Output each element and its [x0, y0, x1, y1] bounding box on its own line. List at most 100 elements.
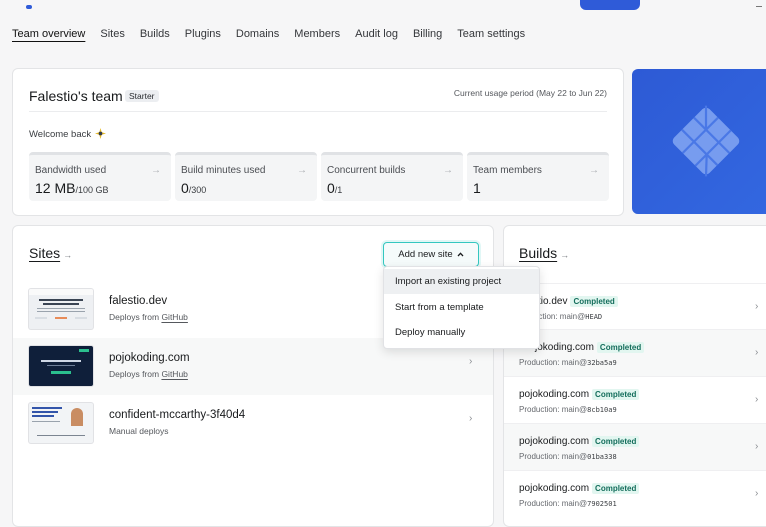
stat-concurrent-builds[interactable]: Concurrent builds → 0/1	[321, 152, 463, 201]
stat-number: 1	[473, 180, 481, 196]
tab-team-settings[interactable]: Team settings	[457, 28, 525, 50]
build-row[interactable]: pojokoding.com Completed Production: main…	[504, 423, 766, 470]
stat-label: Build minutes used	[181, 165, 266, 176]
stat-value: 0/300	[181, 180, 206, 196]
site-deploy-source: Manual deploys	[109, 426, 169, 436]
site-thumbnail	[29, 289, 93, 329]
add-site-dropdown-menu: Import an existing project Start from a …	[383, 266, 540, 349]
build-site-name: pojokoding.com Completed	[519, 483, 640, 494]
site-deploy-source: Deploys from GitHub	[109, 312, 188, 322]
netlify-sparkle-icon	[95, 128, 107, 139]
add-new-site-button[interactable]: Add new site	[383, 242, 479, 267]
build-context: Production: main@	[519, 358, 588, 367]
build-site-name: pojokoding.com Completed	[519, 389, 640, 400]
add-new-site-label: Add new site	[398, 249, 453, 260]
chevron-right-icon: ›	[469, 413, 473, 424]
site-name: falestio.dev	[109, 295, 168, 307]
tab-plugins[interactable]: Plugins	[185, 28, 221, 50]
tab-builds[interactable]: Builds	[140, 28, 170, 50]
stat-label: Concurrent builds	[327, 165, 406, 176]
stat-label: Bandwidth used	[35, 165, 107, 176]
build-name-text: pojokoding.com	[519, 436, 590, 447]
deploy-prefix: Deploys from	[109, 312, 162, 322]
top-action-button[interactable]	[580, 0, 640, 10]
build-row[interactable]: jokoding.com Completed Production: main@3…	[504, 329, 766, 376]
stat-limit: /100 GB	[75, 185, 109, 195]
deploy-prefix: Manual deploys	[109, 426, 169, 436]
chevron-up-icon	[457, 252, 464, 257]
stat-number: 12 MB	[35, 180, 76, 196]
builds-title-text: Builds	[519, 245, 558, 261]
status-badge: Completed	[592, 389, 640, 400]
github-link[interactable]: GitHub	[161, 312, 187, 322]
usage-period: Current usage period (May 22 to Jun 22)	[453, 88, 607, 98]
stat-value: 1	[473, 180, 481, 196]
build-row[interactable]: pojokoding.com Completed Production: main…	[504, 376, 766, 423]
promo-banner[interactable]	[632, 69, 766, 214]
tab-sites[interactable]: Sites	[100, 28, 124, 50]
tab-domains[interactable]: Domains	[236, 28, 279, 50]
welcome-text: Welcome back	[29, 129, 92, 140]
builds-title-link[interactable]: Builds →	[519, 245, 569, 261]
arrow-right-icon: →	[297, 165, 307, 176]
github-link[interactable]: GitHub	[161, 369, 187, 379]
chevron-right-icon: ›	[755, 488, 759, 499]
build-branch: uction: main@HEAD	[534, 312, 602, 321]
chevron-right-icon: ›	[755, 394, 759, 405]
commit-ref: 8cb10a9	[587, 406, 617, 414]
build-name-text: pojokoding.com	[519, 389, 590, 400]
stat-number: 0	[181, 180, 189, 196]
site-name: pojokoding.com	[109, 352, 190, 364]
stat-build-minutes[interactable]: Build minutes used → 0/300	[175, 152, 317, 201]
site-thumbnail	[29, 403, 93, 443]
tab-audit-log[interactable]: Audit log	[355, 28, 398, 50]
top-menu-icon[interactable]	[756, 3, 762, 7]
build-branch: Production: main@01ba338	[519, 452, 617, 461]
build-site-name: pojokoding.com Completed	[519, 436, 640, 447]
arrow-right-icon: →	[63, 250, 73, 260]
build-context: Production: main@	[519, 452, 588, 461]
plan-badge: Starter	[125, 90, 159, 102]
build-name-text: pojokoding.com	[519, 483, 590, 494]
stat-limit: /300	[188, 185, 207, 195]
stat-label: Team members	[473, 165, 542, 176]
status-badge: Completed	[570, 296, 618, 307]
tab-members[interactable]: Members	[294, 28, 340, 50]
team-overview-card: Falestio's team Starter Current usage pe…	[12, 68, 624, 216]
menu-item-import-project[interactable]: Import an existing project	[384, 269, 539, 294]
status-badge: Completed	[596, 342, 645, 353]
deploy-prefix: Deploys from	[109, 369, 162, 379]
build-row[interactable]: tio.dev Completed uction: main@HEAD ›	[504, 283, 766, 330]
stat-bandwidth[interactable]: Bandwidth used → 12 MB/100 GB	[29, 152, 171, 201]
welcome-message: Welcome back	[29, 128, 107, 140]
status-badge: Completed	[592, 436, 640, 447]
site-row[interactable]: confident-mccarthy-3f40d4 Manual deploys…	[13, 395, 493, 452]
commit-ref: 32ba5a9	[587, 359, 617, 367]
builds-card: Builds → tio.dev Completed uction: main@HE…	[503, 225, 766, 527]
build-site-name: jokoding.com Completed	[535, 342, 645, 353]
build-row[interactable]: pojokoding.com Completed Production: main…	[504, 470, 766, 517]
sites-title-text: Sites	[29, 245, 61, 261]
stat-team-members[interactable]: Team members → 1	[467, 152, 609, 201]
menu-item-start-template[interactable]: Start from a template	[384, 295, 539, 320]
build-name-text: jokoding.com	[535, 342, 594, 353]
netlify-logo-icon	[672, 105, 740, 177]
commit-ref: HEAD	[585, 313, 603, 321]
sites-title-link[interactable]: Sites →	[29, 245, 72, 261]
stat-value: 0/1	[327, 180, 342, 196]
build-site-name: tio.dev Completed	[538, 296, 618, 307]
netlify-small-logo-icon	[26, 5, 32, 9]
tab-billing[interactable]: Billing	[413, 28, 442, 50]
tab-team-overview[interactable]: Team overview	[12, 28, 85, 50]
build-branch: Production: main@32ba5a9	[519, 358, 617, 367]
build-context: Production: main@	[519, 499, 588, 508]
menu-item-deploy-manually[interactable]: Deploy manually	[384, 320, 539, 345]
stat-value: 12 MB/100 GB	[35, 180, 109, 196]
commit-ref: 7902501	[587, 500, 617, 508]
build-context: Production: main@	[519, 405, 588, 414]
build-branch: Production: main@8cb10a9	[519, 405, 617, 414]
arrow-right-icon: →	[560, 250, 570, 260]
chevron-right-icon: ›	[755, 347, 759, 358]
arrow-right-icon: →	[443, 165, 453, 176]
status-badge: Completed	[592, 483, 640, 494]
